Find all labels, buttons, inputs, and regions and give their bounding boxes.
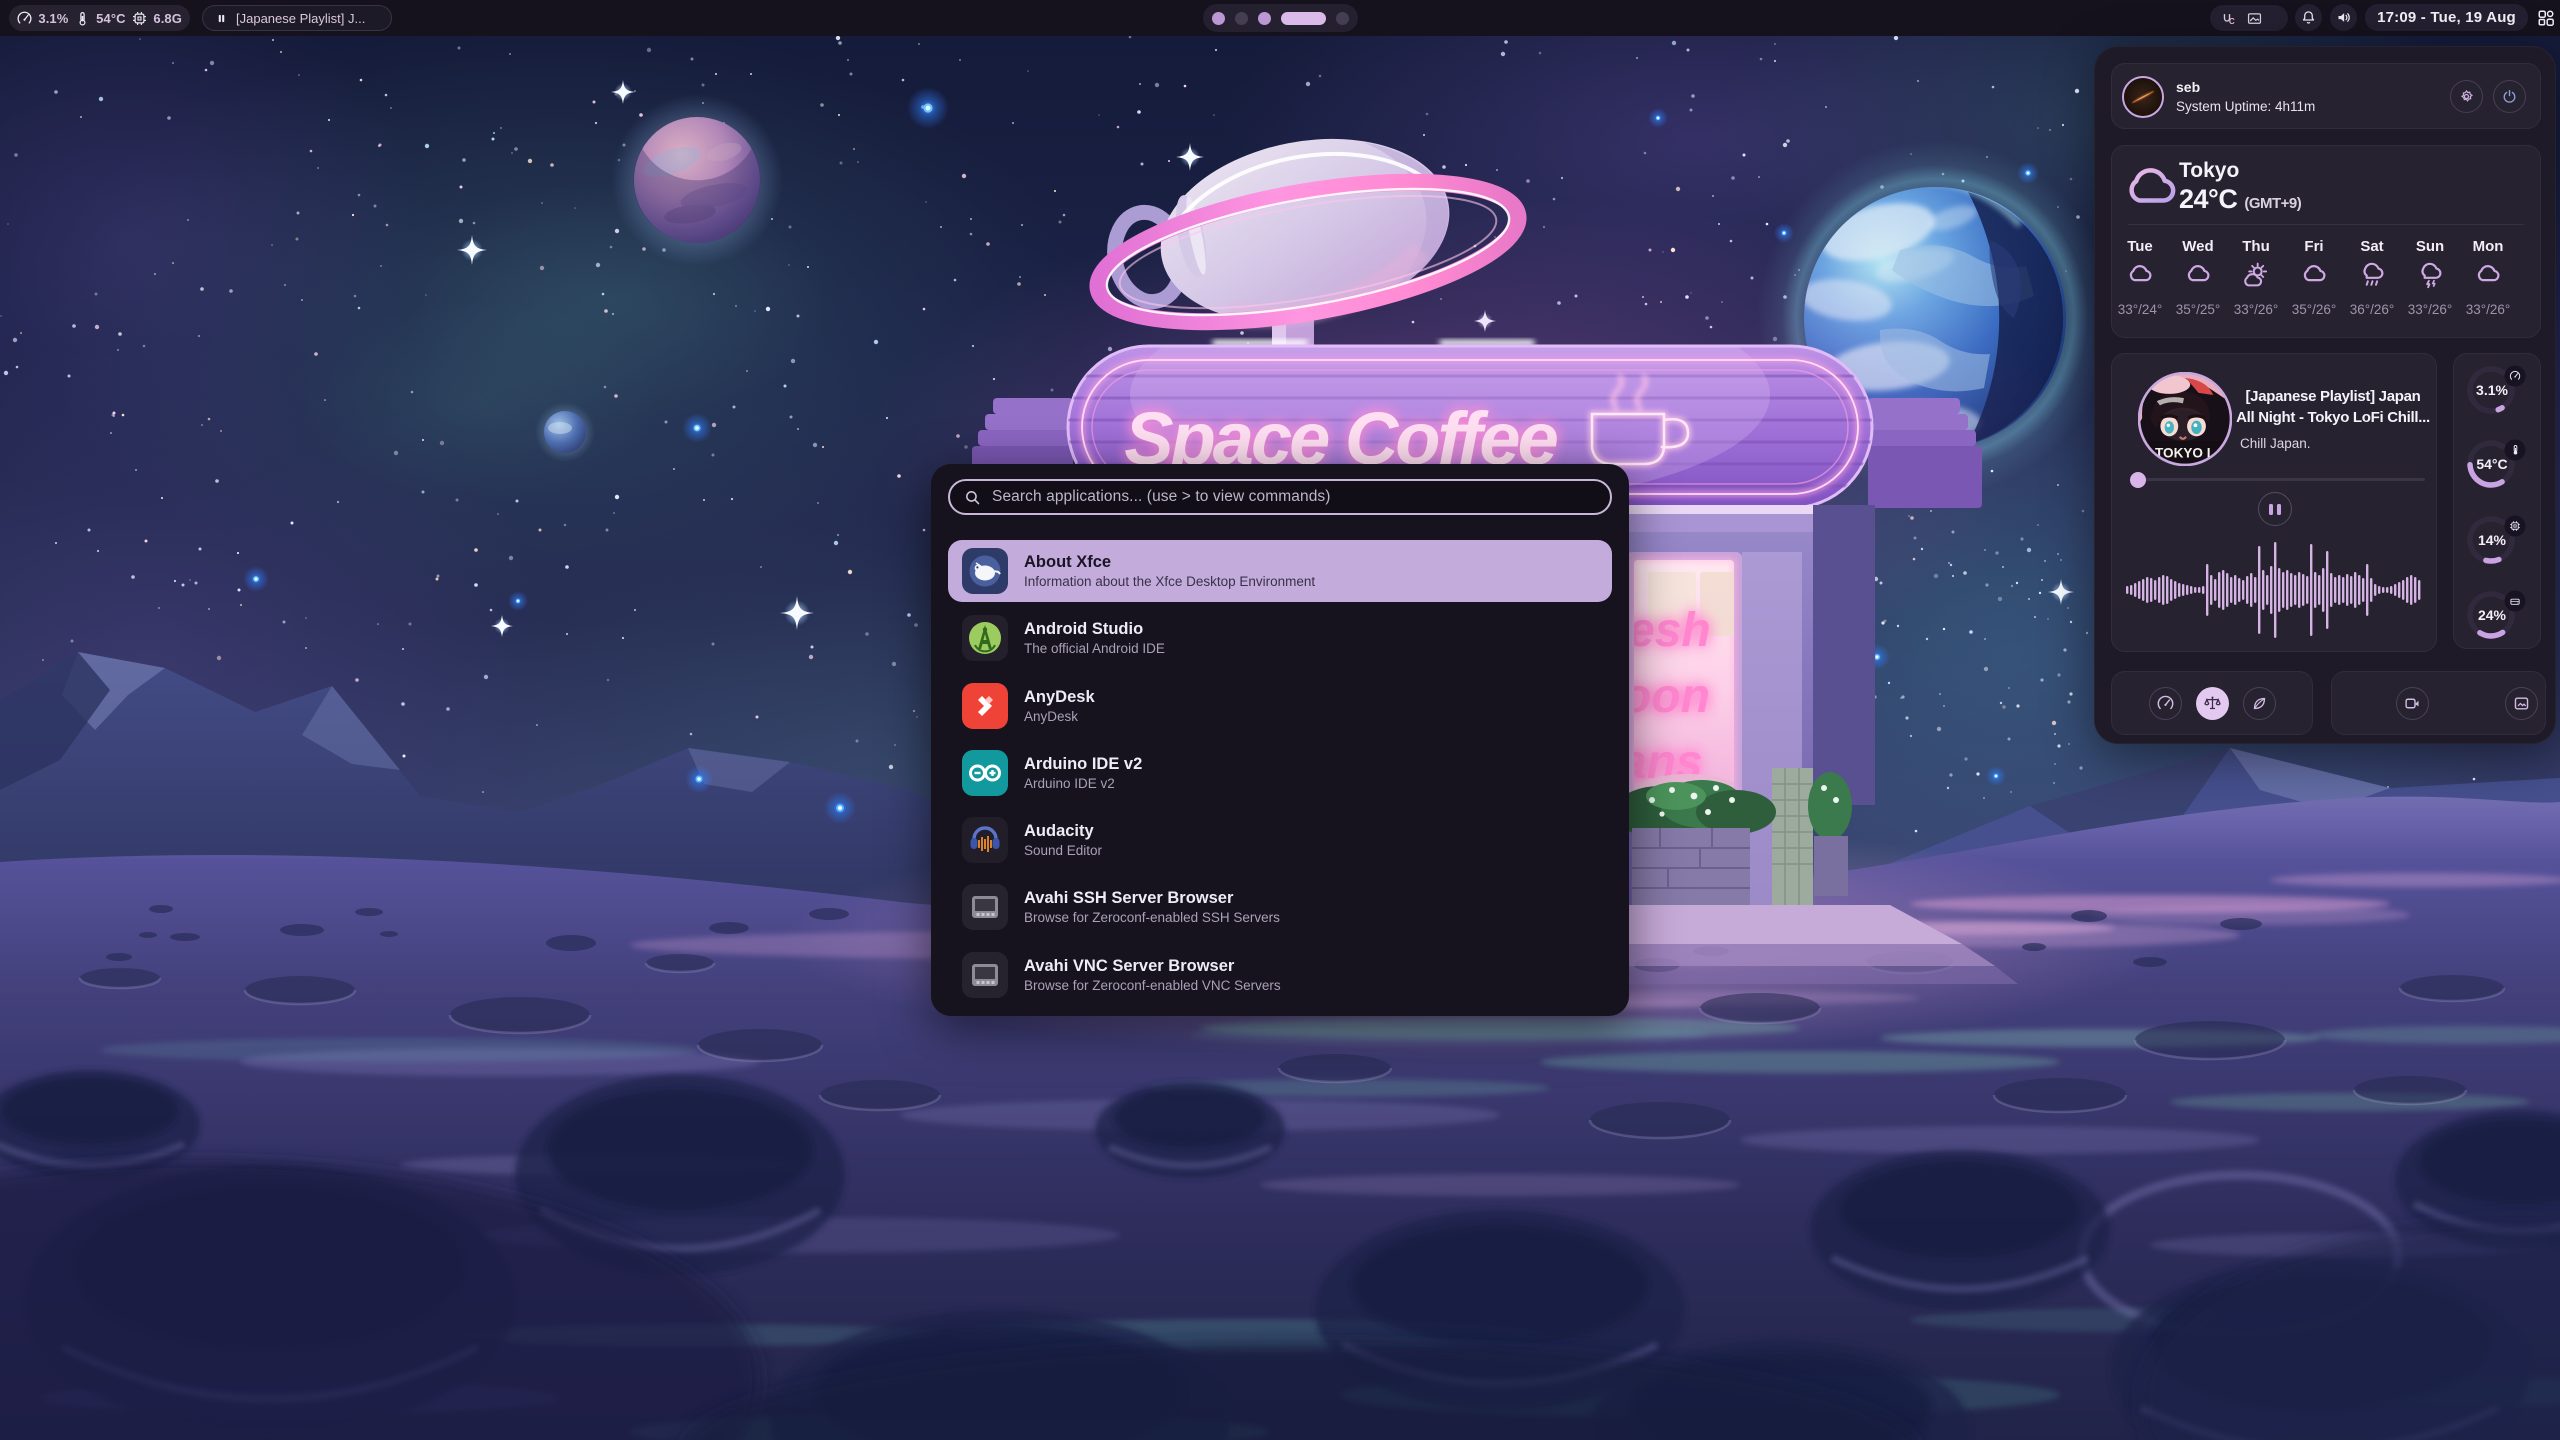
svg-text:Mon: Mon [2473, 238, 2504, 255]
svg-text:C: C [2229, 17, 2235, 26]
svg-text:esh: esh [1628, 604, 1711, 657]
svg-text:54°C: 54°C [2476, 456, 2507, 472]
svg-text:Sun: Sun [2416, 238, 2444, 255]
svg-text:36°/26°: 36°/26° [2350, 302, 2395, 317]
svg-text:35°/26°: 35°/26° [2292, 302, 2337, 317]
svg-text:33°/26°: 33°/26° [2408, 302, 2453, 317]
svg-text:14%: 14% [2478, 532, 2507, 548]
svg-text:Sat: Sat [2360, 238, 2383, 255]
svg-text:24%: 24% [2478, 607, 2507, 623]
svg-text:Tue: Tue [2127, 238, 2153, 255]
svg-text:35°/25°: 35°/25° [2176, 302, 2221, 317]
svg-text:oon: oon [1622, 670, 1710, 723]
svg-text:33°/24°: 33°/24° [2118, 302, 2163, 317]
svg-text:Thu: Thu [2242, 238, 2270, 255]
svg-text:Wed: Wed [2182, 238, 2213, 255]
svg-text:33°/26°: 33°/26° [2234, 302, 2279, 317]
svg-text:3.1%: 3.1% [2476, 382, 2508, 398]
svg-text:TOKYO L: TOKYO L [2155, 446, 2215, 461]
svg-text:Fri: Fri [2304, 238, 2323, 255]
svg-text:33°/26°: 33°/26° [2466, 302, 2511, 317]
